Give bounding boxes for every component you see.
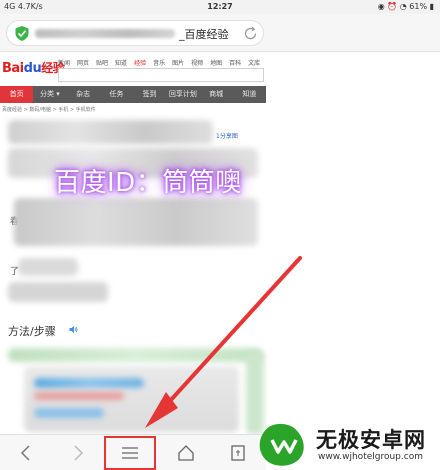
top-nav-item[interactable]: 知道 — [115, 58, 127, 67]
share-link[interactable]: 1分享图 — [216, 131, 238, 140]
redacted-article-title — [8, 120, 213, 144]
baidu-jingyan-logo[interactable]: Baidu经验 — [2, 59, 65, 76]
top-nav-item[interactable]: 视频 — [191, 58, 203, 67]
home-icon — [178, 445, 194, 461]
reload-icon[interactable] — [243, 26, 258, 41]
category-nav-item[interactable]: 分类 ▾ — [33, 86, 66, 103]
redacted-step-line-2 — [34, 392, 124, 400]
search-input[interactable] — [58, 68, 264, 82]
baidu-id-watermark: 百度ID：筒筒噢 — [54, 168, 242, 198]
speaker-icon[interactable] — [69, 325, 78, 334]
shield-icon — [15, 26, 29, 41]
redacted-step-1 — [8, 348, 263, 362]
home-button[interactable] — [164, 435, 208, 470]
clock: 12:27 — [207, 2, 233, 11]
category-nav-item[interactable]: 任务 — [100, 86, 133, 103]
top-nav-item[interactable]: 文库 — [248, 58, 260, 67]
category-nav-item[interactable]: 回享计划 — [166, 86, 199, 103]
category-nav: 首页 分类 ▾ 杂志 任务 签到 回享计划 商城 知道 — [0, 86, 266, 103]
redacted-tool-item-2 — [8, 282, 108, 302]
top-nav-item[interactable]: 音乐 — [153, 58, 165, 67]
top-nav-item[interactable]: 地图 — [210, 58, 222, 67]
tabs-button[interactable] — [216, 435, 260, 470]
logo-du: du — [23, 61, 42, 76]
battery-level: 61% — [409, 2, 428, 11]
top-nav-item[interactable]: 贴吧 — [96, 58, 108, 67]
status-bar: 4G 4.7K/s 12:27 ◉ ⏰ ◔ 61% ▮ — [0, 0, 440, 14]
category-nav-item[interactable]: 知道 — [233, 86, 266, 103]
steps-heading: 方法/步骤 — [8, 325, 56, 338]
top-nav-item[interactable]: 网页 — [77, 58, 89, 67]
top-nav-item[interactable]: 百科 — [229, 58, 241, 67]
browser-toolbar — [0, 434, 266, 470]
category-nav-item[interactable]: 签到 — [133, 86, 166, 103]
top-nav-item[interactable]: 图片 — [172, 58, 184, 67]
site-url: www.wjhotelgroup.com — [318, 452, 423, 462]
page-title: _百度经验 — [179, 28, 229, 41]
top-nav-item[interactable]: 经验 — [134, 58, 146, 67]
breadcrumb[interactable]: 百度经验 > 数码/电脑 > 手机 > 手机软件 — [2, 106, 96, 113]
forward-button[interactable] — [56, 435, 100, 470]
redacted-step-line-3 — [34, 408, 104, 418]
menu-highlight-box — [104, 436, 156, 470]
category-nav-item[interactable]: 杂志 — [67, 86, 100, 103]
logo-bai: Bai — [2, 61, 24, 76]
category-nav-item[interactable]: 首页 — [0, 86, 34, 103]
address-bar[interactable]: _百度经验 — [6, 20, 264, 46]
status-right: ◉ ⏰ ◔ 61% ▮ — [377, 2, 434, 11]
url-text-redacted — [35, 29, 175, 38]
tabs-icon — [231, 445, 245, 461]
site-name: 无极安卓网 — [316, 428, 426, 452]
redacted-tool-item — [18, 258, 78, 276]
back-button[interactable] — [4, 435, 48, 470]
back-icon — [20, 445, 30, 461]
forward-icon — [74, 445, 84, 461]
url-bar: _百度经验 — [0, 14, 440, 52]
top-nav-item[interactable]: 新闻 — [58, 58, 70, 67]
top-nav: 新闻 网页 贴吧 知道 经验 音乐 图片 视频 地图 百科 文库 — [58, 58, 260, 67]
redacted-step-line-1 — [34, 378, 144, 388]
redacted-article-intro — [14, 198, 258, 246]
site-header: Baidu经验 新闻 网页 贴吧 知道 经验 音乐 图片 视频 地图 百科 文库 — [0, 52, 440, 86]
category-nav-item[interactable]: 商城 — [200, 86, 233, 103]
